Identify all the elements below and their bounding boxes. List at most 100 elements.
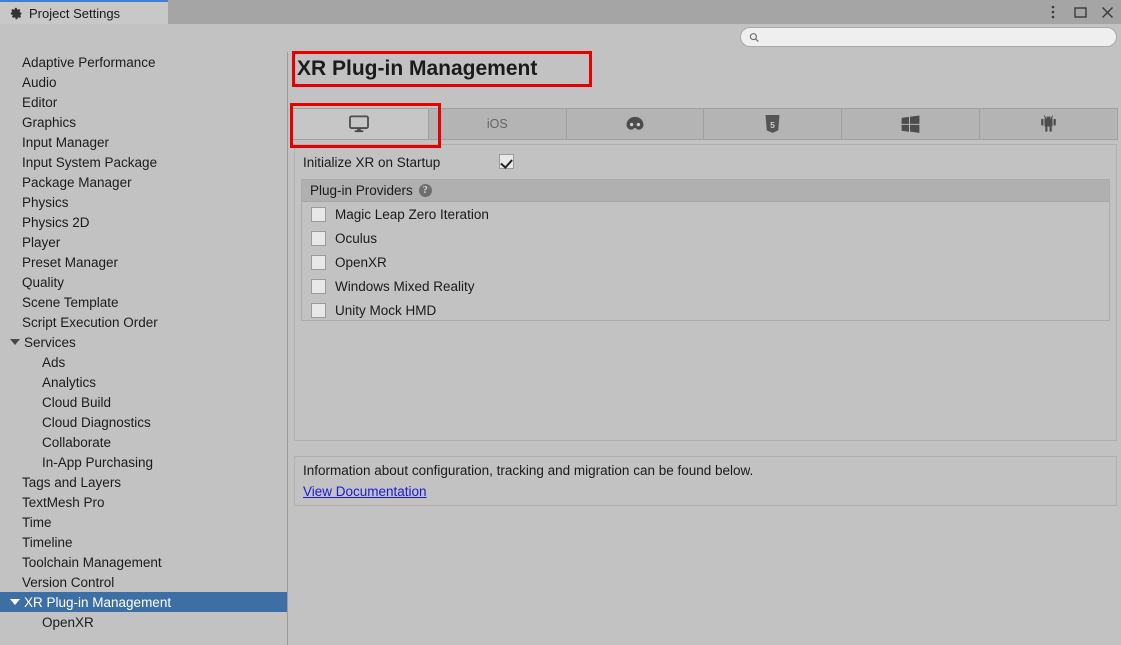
sidebar-item-label: Input System Package	[22, 155, 157, 170]
sidebar-item-label: Script Execution Order	[22, 315, 158, 330]
sidebar-item-audio[interactable]: Audio	[0, 72, 287, 92]
sidebar-item-toolchain-management[interactable]: Toolchain Management	[0, 552, 287, 572]
sidebar-item-ads[interactable]: Ads	[0, 352, 287, 372]
sidebar-item-scene-template[interactable]: Scene Template	[0, 292, 287, 312]
platform-tab-label: iOS	[487, 117, 508, 131]
sidebar-item-in-app-purchasing[interactable]: In-App Purchasing	[0, 452, 287, 472]
initialize-xr-label: Initialize XR on Startup	[303, 155, 440, 170]
sidebar-item-quality[interactable]: Quality	[0, 272, 287, 292]
provider-row[interactable]: Unity Mock HMD	[302, 298, 1109, 322]
provider-row[interactable]: Oculus	[302, 226, 1109, 250]
provider-checkbox[interactable]	[311, 207, 326, 222]
sidebar-item-physics-2d[interactable]: Physics 2D	[0, 212, 287, 232]
provider-row[interactable]: Windows Mixed Reality	[302, 274, 1109, 298]
sidebar-item-label: Cloud Build	[42, 395, 111, 410]
initialize-xr-row: Initialize XR on Startup	[303, 151, 603, 173]
window-tab-label: Project Settings	[29, 7, 120, 20]
tab-lumin[interactable]	[567, 109, 705, 139]
provider-label: Oculus	[335, 231, 377, 246]
more-options-icon[interactable]	[1045, 4, 1061, 20]
sidebar-item-label: Audio	[22, 75, 57, 90]
provider-checkbox[interactable]	[311, 231, 326, 246]
provider-label: Unity Mock HMD	[335, 303, 436, 318]
settings-sidebar[interactable]: Adaptive Performance Audio Editor Graphics I…	[0, 52, 288, 645]
sidebar-item-adaptive-performance[interactable]: Adaptive Performance	[0, 52, 287, 72]
sidebar-item-collaborate[interactable]: Collaborate	[0, 432, 287, 452]
provider-row[interactable]: OpenXR	[302, 250, 1109, 274]
sidebar-item-timeline[interactable]: Timeline	[0, 532, 287, 552]
tab-ios[interactable]: iOS	[429, 109, 567, 139]
sidebar-item-analytics[interactable]: Analytics	[0, 372, 287, 392]
sidebar-item-preset-manager[interactable]: Preset Manager	[0, 252, 287, 272]
sidebar-item-tags-and-layers[interactable]: Tags and Layers	[0, 472, 287, 492]
help-question-icon[interactable]: ?	[419, 184, 432, 197]
sidebar-item-cloud-diagnostics[interactable]: Cloud Diagnostics	[0, 412, 287, 432]
sidebar-item-label: Ads	[42, 355, 65, 370]
platform-tabbar[interactable]: iOS 5	[290, 108, 1118, 140]
page-title: XR Plug-in Management	[297, 57, 537, 81]
sidebar-item-label: Services	[24, 335, 76, 350]
project-settings-window: Project Settings	[0, 0, 1121, 645]
sidebar-list: Adaptive Performance Audio Editor Graphics I…	[0, 52, 287, 632]
provider-checkbox[interactable]	[311, 255, 326, 270]
close-icon[interactable]	[1099, 4, 1115, 20]
provider-label: OpenXR	[335, 255, 387, 270]
sidebar-item-version-control[interactable]: Version Control	[0, 572, 287, 592]
sidebar-item-label: Tags and Layers	[22, 475, 121, 490]
search-input[interactable]	[765, 30, 1108, 44]
sidebar-item-label: Physics	[22, 195, 69, 210]
provider-row[interactable]: Magic Leap Zero Iteration	[302, 202, 1109, 226]
sidebar-item-services[interactable]: Services	[0, 332, 287, 352]
sidebar-item-textmesh-pro[interactable]: TextMesh Pro	[0, 492, 287, 512]
sidebar-item-xr-plug-in-management[interactable]: XR Plug-in Management	[0, 592, 287, 612]
sidebar-item-graphics[interactable]: Graphics	[0, 112, 287, 132]
provider-checkbox[interactable]	[311, 279, 326, 294]
window-tab-project-settings[interactable]: Project Settings	[0, 0, 168, 24]
sidebar-item-input-manager[interactable]: Input Manager	[0, 132, 287, 152]
svg-text:5: 5	[771, 120, 776, 130]
triangle-down-icon[interactable]	[10, 339, 20, 345]
sidebar-item-cloud-build[interactable]: Cloud Build	[0, 392, 287, 412]
plugin-providers-title: Plug-in Providers	[310, 183, 413, 198]
sidebar-item-physics[interactable]: Physics	[0, 192, 287, 212]
tab-android[interactable]	[980, 109, 1117, 139]
sidebar-item-label: TextMesh Pro	[22, 495, 105, 510]
tab-uwp[interactable]	[842, 109, 980, 139]
windows-logo-icon	[901, 115, 920, 133]
initialize-xr-checkbox[interactable]	[499, 154, 514, 169]
sidebar-item-package-manager[interactable]: Package Manager	[0, 172, 287, 192]
sidebar-item-label: Preset Manager	[22, 255, 118, 270]
search-row	[0, 24, 1121, 52]
tab-webgl[interactable]: 5	[704, 109, 842, 139]
plugin-providers-box: Plug-in Providers ? Magic Leap Zero Iter…	[301, 179, 1110, 321]
html5-shield-icon: 5	[764, 114, 781, 134]
tab-standalone[interactable]	[291, 109, 429, 139]
sidebar-item-label: OpenXR	[42, 615, 94, 630]
sidebar-item-editor[interactable]: Editor	[0, 92, 287, 112]
android-robot-icon	[1039, 114, 1058, 134]
triangle-down-icon[interactable]	[10, 599, 20, 605]
sidebar-item-label: Graphics	[22, 115, 76, 130]
lumin-icon	[625, 116, 645, 132]
maximize-icon[interactable]	[1072, 4, 1088, 20]
sidebar-item-input-system-package[interactable]: Input System Package	[0, 152, 287, 172]
sidebar-item-label: Toolchain Management	[22, 555, 162, 570]
main-panel: XR Plug-in Management iOS 5 Initialize XR…	[289, 52, 1121, 645]
provider-label: Magic Leap Zero Iteration	[335, 207, 489, 222]
view-documentation-link[interactable]: View Documentation	[303, 484, 427, 499]
provider-checkbox[interactable]	[311, 303, 326, 318]
sidebar-item-label: Physics 2D	[22, 215, 90, 230]
sidebar-item-label: Input Manager	[22, 135, 109, 150]
sidebar-item-time[interactable]: Time	[0, 512, 287, 532]
info-box: Information about configuration, trackin…	[294, 456, 1117, 506]
sidebar-item-player[interactable]: Player	[0, 232, 287, 252]
provider-label: Windows Mixed Reality	[335, 279, 475, 294]
search-field[interactable]	[740, 27, 1117, 47]
sidebar-item-label: Adaptive Performance	[22, 55, 156, 70]
sidebar-item-label: Package Manager	[22, 175, 132, 190]
sidebar-item-script-execution-order[interactable]: Script Execution Order	[0, 312, 287, 332]
sidebar-item-openxr[interactable]: OpenXR	[0, 612, 287, 632]
info-text: Information about configuration, trackin…	[303, 463, 1116, 478]
sidebar-item-label: Collaborate	[42, 435, 111, 450]
sidebar-item-label: Analytics	[42, 375, 96, 390]
